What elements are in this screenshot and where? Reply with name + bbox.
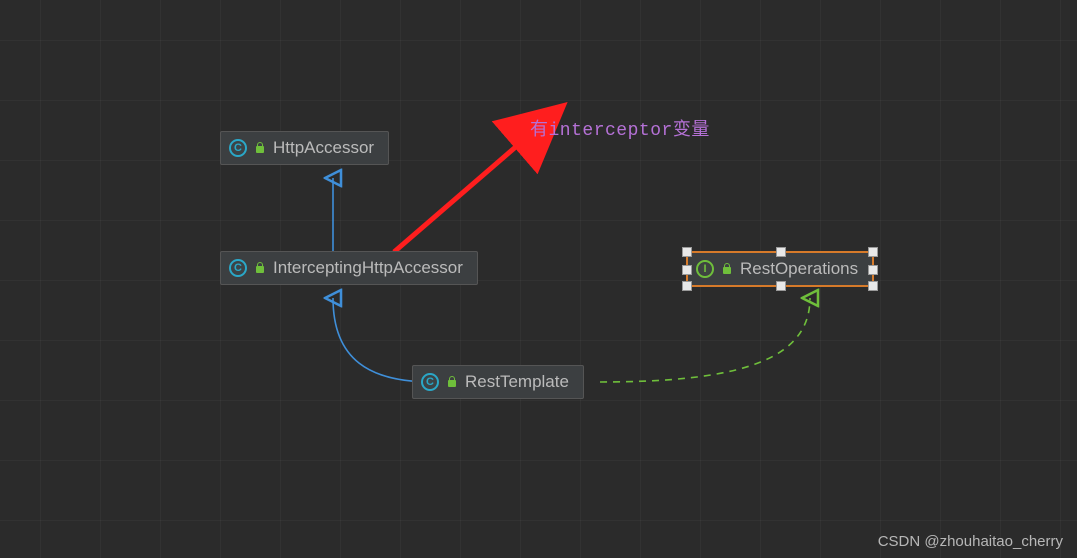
resize-handle[interactable] (682, 247, 692, 257)
lock-icon (722, 263, 732, 275)
resize-handle[interactable] (776, 247, 786, 257)
class-icon: C (229, 259, 247, 277)
resize-handle[interactable] (868, 265, 878, 275)
resize-handle[interactable] (776, 281, 786, 291)
watermark: CSDN @zhouhaitao_cherry (878, 533, 1063, 550)
resize-handle[interactable] (868, 247, 878, 257)
node-label: RestTemplate (465, 372, 569, 392)
lock-icon (255, 262, 265, 274)
lock-icon (447, 376, 457, 388)
canvas-grid (0, 0, 1077, 558)
annotation-text: 有interceptor变量 (530, 115, 710, 141)
node-label: RestOperations (740, 259, 858, 279)
resize-handle[interactable] (868, 281, 878, 291)
node-intercepting-http-accessor[interactable]: C InterceptingHttpAccessor (220, 251, 478, 285)
node-label: HttpAccessor (273, 138, 374, 158)
resize-handle[interactable] (682, 281, 692, 291)
node-http-accessor[interactable]: C HttpAccessor (220, 131, 389, 165)
resize-handle[interactable] (682, 265, 692, 275)
class-icon: C (421, 373, 439, 391)
node-label: InterceptingHttpAccessor (273, 258, 463, 278)
node-rest-operations[interactable]: I RestOperations (686, 251, 874, 287)
lock-icon (255, 142, 265, 154)
class-icon: C (229, 139, 247, 157)
interface-icon: I (696, 260, 714, 278)
node-rest-template[interactable]: C RestTemplate (412, 365, 584, 399)
